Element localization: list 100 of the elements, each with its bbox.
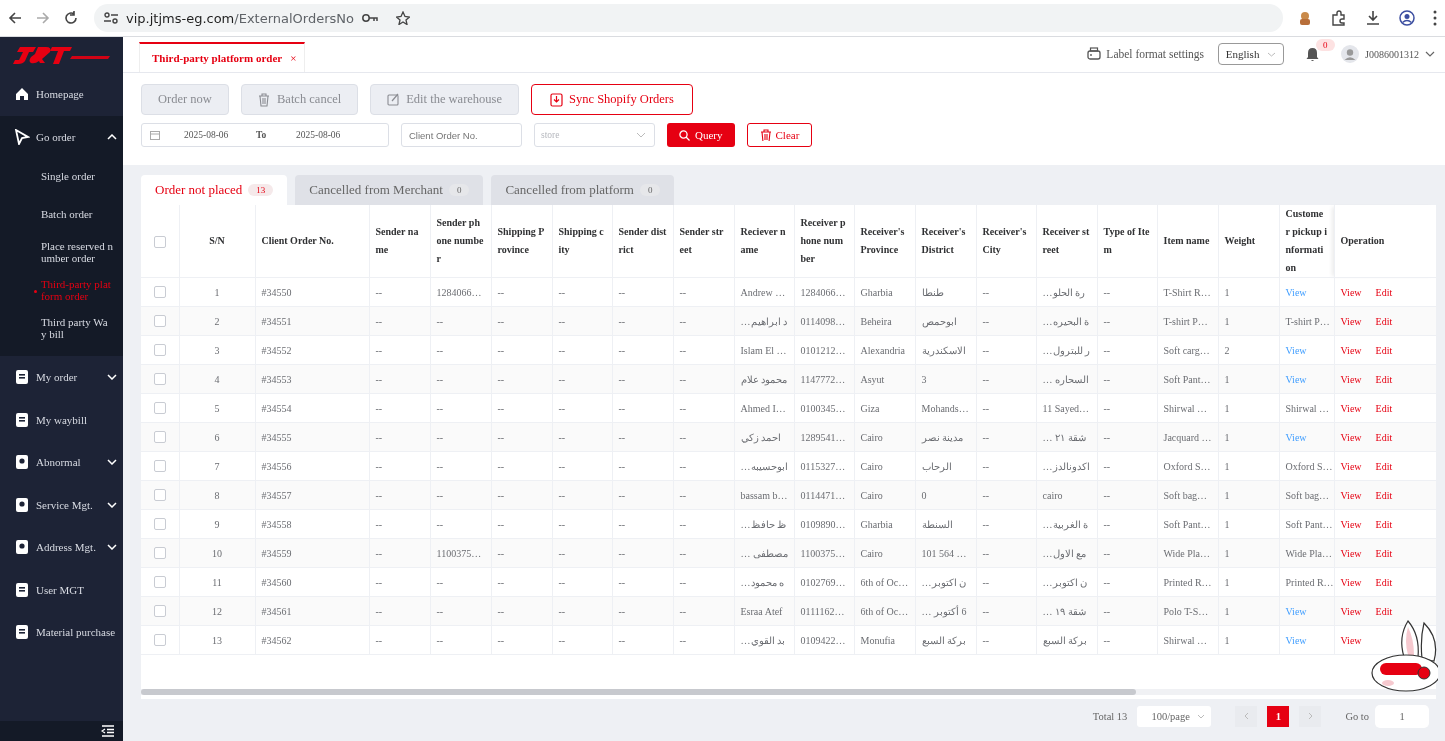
view-link[interactable]: View [1340, 605, 1362, 617]
view-link[interactable]: View [1340, 315, 1362, 327]
label-format-settings-link[interactable]: Label format settings [1087, 47, 1205, 61]
submenu-item[interactable]: Third-party platform order [0, 272, 123, 310]
edit-link[interactable]: Edit [1375, 518, 1393, 530]
status-tab[interactable]: Order not placed 13 [141, 175, 288, 205]
row-checkbox[interactable] [153, 373, 166, 386]
query-button[interactable]: Query [667, 123, 735, 147]
view-link[interactable]: View [1340, 460, 1362, 472]
chevron-icon [107, 374, 117, 381]
date-range-field[interactable]: 2025-08-06 To 2025-08-06 [141, 123, 389, 147]
close-icon[interactable]: × [290, 52, 297, 64]
edit-link[interactable]: Edit [1375, 576, 1393, 588]
sidebar-item[interactable]: Material purchase [0, 611, 123, 654]
view-link[interactable]: View [1285, 605, 1307, 617]
order-number-field[interactable]: Client Order No. [401, 123, 522, 147]
page-size-select[interactable]: 100/page [1137, 705, 1212, 727]
row-checkbox[interactable] [153, 518, 166, 531]
sidebar-item[interactable]: Address Mgt. [0, 526, 123, 569]
bell-icon[interactable] [1306, 47, 1320, 61]
view-link[interactable]: View [1340, 489, 1362, 501]
goto-page-field[interactable]: 1 [1375, 704, 1429, 728]
sidebar-item[interactable]: Homepage [0, 73, 123, 116]
view-link[interactable]: View [1340, 402, 1362, 414]
view-link[interactable]: View [1340, 576, 1362, 588]
submenu-item[interactable]: Batch order [0, 196, 123, 234]
toolbar-button[interactable]: Sync Shopify Orders [531, 84, 693, 115]
sidebar-item[interactable]: My waybill [0, 398, 123, 441]
row-checkbox[interactable] [153, 315, 166, 328]
address-bar[interactable]: vip.jtjms-eg.com/ExternalOrdersNo [94, 4, 1283, 32]
sidebar-item[interactable]: Service Mgt. [0, 483, 123, 526]
edit-link[interactable]: Edit [1375, 605, 1393, 617]
sidebar-item[interactable]: Abnormal [0, 441, 123, 484]
language-select[interactable]: English [1218, 43, 1285, 65]
edit-link[interactable]: Edit [1375, 373, 1393, 385]
site-settings-icon[interactable] [104, 12, 118, 24]
next-page-button[interactable] [1299, 705, 1322, 727]
view-link[interactable]: View [1340, 518, 1362, 530]
row-checkbox[interactable] [153, 286, 166, 299]
view-link[interactable]: View [1285, 431, 1307, 443]
page-tab[interactable]: Third-party platform order × [139, 42, 306, 72]
view-link[interactable]: View [1285, 634, 1307, 646]
table-cell: -- [982, 315, 990, 327]
chevron-down-icon[interactable] [1425, 51, 1435, 57]
star-icon[interactable] [396, 11, 410, 25]
status-tab[interactable]: Cancelled from Merchant 0 [295, 175, 484, 205]
row-checkbox[interactable] [153, 547, 166, 560]
page-number[interactable]: 1 [1267, 705, 1290, 727]
sidebar-item[interactable]: User MGT [0, 568, 123, 611]
row-checkbox[interactable] [153, 576, 166, 589]
forward-icon[interactable] [36, 11, 50, 25]
edit-link[interactable]: Edit [1375, 402, 1393, 414]
edit-link[interactable]: Edit [1375, 286, 1393, 298]
select-all-checkbox[interactable] [153, 235, 166, 248]
edit-link[interactable]: Edit [1375, 431, 1393, 443]
table-cell: Soft bag… [1285, 489, 1330, 501]
sidebar-item[interactable]: My order [0, 356, 123, 399]
profile-icon[interactable] [1399, 10, 1415, 26]
row-checkbox[interactable] [153, 402, 166, 415]
key-icon[interactable] [362, 12, 378, 24]
download-icon[interactable] [1365, 10, 1381, 26]
table-cell: #34560 [261, 576, 292, 588]
edit-link[interactable]: Edit [1375, 344, 1393, 356]
row-checkbox[interactable] [153, 460, 166, 473]
view-link[interactable]: View [1340, 547, 1362, 559]
edit-link[interactable]: Edit [1375, 547, 1393, 559]
table-cell: ة الغربية… [1042, 518, 1088, 530]
collapse-menu-icon[interactable] [101, 725, 115, 737]
scrollbar-thumb[interactable] [141, 689, 1136, 695]
edit-link[interactable]: Edit [1375, 489, 1393, 501]
view-link[interactable]: View [1285, 373, 1307, 385]
row-checkbox[interactable] [153, 431, 166, 444]
view-link[interactable]: View [1285, 286, 1307, 298]
puzzle-icon[interactable] [1331, 10, 1347, 26]
row-checkbox[interactable] [153, 634, 166, 647]
submenu-item[interactable]: Place reserved number order [0, 234, 123, 272]
reload-icon[interactable] [64, 11, 78, 25]
view-link[interactable]: View [1285, 344, 1307, 356]
row-checkbox[interactable] [153, 489, 166, 502]
view-link[interactable]: View [1340, 344, 1362, 356]
edit-link[interactable]: Edit [1375, 460, 1393, 472]
sidebar-item[interactable]: Go order [0, 115, 123, 158]
table-cell: -- [679, 431, 687, 443]
submenu-item[interactable]: Third party Way bill [0, 310, 123, 348]
previous-page-button[interactable] [1235, 705, 1258, 727]
submenu-item[interactable]: Single order [0, 158, 123, 196]
row-checkbox[interactable] [153, 344, 166, 357]
more-icon[interactable] [1433, 10, 1437, 26]
clear-button[interactable]: Clear [746, 123, 813, 147]
back-icon[interactable] [8, 11, 22, 25]
table-cell: 1100375… [800, 547, 846, 559]
extension-figure-icon[interactable] [1297, 10, 1313, 26]
row-checkbox[interactable] [153, 605, 166, 618]
edit-link[interactable]: Edit [1375, 315, 1393, 327]
view-link[interactable]: View [1340, 286, 1362, 298]
status-tab[interactable]: Cancelled from platform 0 [491, 175, 675, 205]
view-link[interactable]: View [1340, 634, 1362, 646]
view-link[interactable]: View [1340, 431, 1362, 443]
table-cell: -- [558, 489, 566, 501]
view-link[interactable]: View [1340, 373, 1362, 385]
